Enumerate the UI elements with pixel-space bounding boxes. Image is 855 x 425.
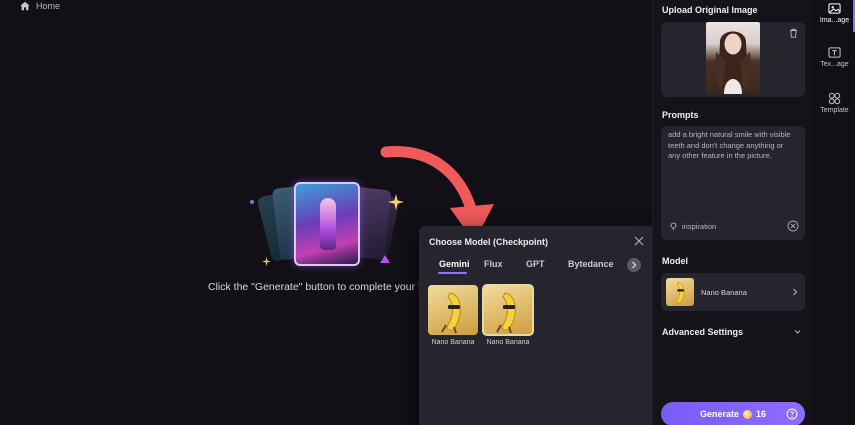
lightbulb-icon xyxy=(669,222,678,231)
model-grid: Nano Banana Nano Banana xyxy=(428,284,534,346)
sparkle-small-icon xyxy=(262,257,271,266)
tab-bytedance[interactable]: Bytedance xyxy=(568,259,622,273)
settings-panel: Upload Original Image Prompts add a brig… xyxy=(652,0,814,425)
rail-item-label: Ima...age xyxy=(819,17,850,24)
home-icon xyxy=(20,1,30,11)
model-card-nano-banana-selected[interactable]: Nano Banana xyxy=(482,284,534,346)
model-thumbnail xyxy=(428,285,478,335)
model-thumbnail xyxy=(482,284,534,336)
tabs-next-button[interactable] xyxy=(627,258,641,272)
model-section-title: Model xyxy=(662,256,688,266)
prompt-textarea[interactable]: add a bright natural smile with visible … xyxy=(661,126,805,240)
banana-mascot-icon xyxy=(676,282,685,304)
uploaded-image-preview xyxy=(706,22,760,94)
selected-model-name: Nano Banana xyxy=(701,287,747,297)
tool-rail: Ima...age Tex...age Template xyxy=(814,0,855,425)
rail-item-template[interactable]: Template xyxy=(814,92,855,114)
chevron-right-icon xyxy=(632,261,637,269)
rail-item-image-to-image[interactable]: Ima...age xyxy=(814,2,855,24)
trash-icon[interactable] xyxy=(789,28,798,38)
portrait-photo-icon xyxy=(715,31,751,94)
banana-mascot-icon xyxy=(441,292,461,334)
rail-item-label: Tex...age xyxy=(820,61,849,68)
generate-label: Generate xyxy=(699,409,739,419)
help-icon[interactable] xyxy=(786,408,798,420)
template-icon xyxy=(828,92,841,105)
rail-item-label: Template xyxy=(820,107,849,114)
tab-flux[interactable]: Flux xyxy=(484,259,526,273)
sparkle-dot-icon xyxy=(250,200,254,204)
banana-mascot-icon xyxy=(496,292,516,334)
clear-circle-icon[interactable] xyxy=(787,220,799,232)
chevron-right-icon xyxy=(793,288,798,296)
prompts-section-title: Prompts xyxy=(662,110,699,120)
rail-item-text-to-image[interactable]: Tex...age xyxy=(814,46,855,68)
popup-title: Choose Model (Checkpoint) xyxy=(429,237,548,247)
credit-count: 16 xyxy=(756,409,767,419)
model-card-nano-banana[interactable]: Nano Banana xyxy=(428,285,478,346)
featured-sample-card xyxy=(294,182,360,266)
tab-gpt[interactable]: GPT xyxy=(526,259,568,273)
prompt-text[interactable]: add a bright natural smile with visible … xyxy=(668,130,796,162)
triangle-decoration-icon xyxy=(380,255,390,263)
breadcrumb[interactable]: Home xyxy=(20,1,60,11)
selected-model-thumbnail xyxy=(666,278,694,306)
text-image-icon xyxy=(828,47,841,58)
model-card-label: Nano Banana xyxy=(431,339,475,346)
model-selector[interactable]: Nano Banana xyxy=(661,273,805,311)
inspiration-label: inspiration xyxy=(682,222,717,231)
breadcrumb-home[interactable]: Home xyxy=(36,1,60,11)
tab-gemini[interactable]: Gemini xyxy=(429,259,484,274)
chevron-down-icon[interactable] xyxy=(793,328,802,336)
model-picker-popup: Choose Model (Checkpoint) Gemini Flux GP… xyxy=(419,226,654,425)
advanced-settings-title[interactable]: Advanced Settings xyxy=(662,327,743,337)
inspiration-button[interactable]: inspiration xyxy=(669,222,716,231)
empty-state-hint: Click the "Generate" button to complete … xyxy=(208,281,432,293)
image-icon xyxy=(828,3,841,14)
model-family-tabs: Gemini Flux GPT Bytedance xyxy=(429,259,622,274)
generate-button[interactable]: Generate 16 xyxy=(661,402,805,425)
model-card-label: Nano Banana xyxy=(486,339,530,346)
upload-section-title: Upload Original Image xyxy=(662,5,758,15)
credit-coin-icon xyxy=(743,409,752,419)
upload-image-box[interactable] xyxy=(661,22,805,97)
close-icon[interactable] xyxy=(633,235,645,247)
